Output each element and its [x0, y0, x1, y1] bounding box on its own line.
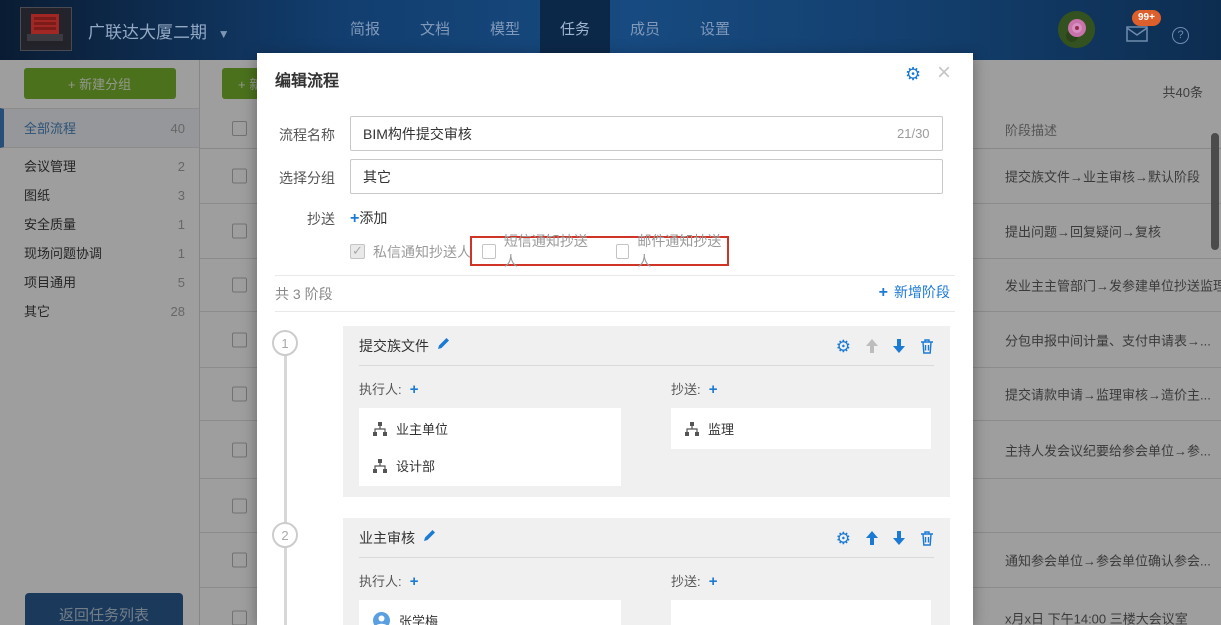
edit-pencil-icon[interactable]: [437, 337, 450, 355]
add-label: 添加: [359, 210, 387, 226]
messages-icon[interactable]: [1126, 26, 1148, 47]
tab-documents[interactable]: 文档: [400, 0, 470, 60]
person-icon: [373, 612, 390, 625]
project-name: 广联达大厦二期: [88, 23, 207, 42]
tab-members[interactable]: 成员: [610, 0, 680, 60]
cc-box: [671, 600, 931, 625]
stage-settings-gear-icon[interactable]: ⚙: [836, 338, 851, 355]
stage-2-header: 业主审核 ⚙: [343, 518, 950, 557]
annotation-red-box: 短信通知抄送人 邮件通知抄送人: [470, 236, 729, 266]
cc-col-label: 抄送: +: [671, 571, 931, 590]
add-cc-icon[interactable]: +: [705, 381, 718, 398]
stage-2-body: 执行人: + 张学梅 抄送: +: [343, 558, 950, 625]
divider: [275, 311, 955, 312]
cc-label: 抄送: [257, 209, 335, 229]
tab-briefing[interactable]: 简报: [330, 0, 400, 60]
executor-item[interactable]: 张学梅: [359, 602, 621, 625]
edit-pencil-icon[interactable]: [423, 529, 436, 547]
delete-trash-icon[interactable]: [920, 531, 934, 546]
add-cc-link[interactable]: +添加: [350, 208, 387, 228]
unread-badge: 99+: [1132, 10, 1161, 26]
stage-count-text: 共 3 阶段: [275, 284, 333, 304]
stage-connector-line: [284, 353, 287, 525]
executor-box: 张学梅: [359, 600, 621, 625]
group-select-input[interactable]: [350, 159, 943, 194]
process-name-input[interactable]: [350, 116, 943, 151]
group-select-label: 选择分组: [257, 168, 335, 188]
executor-item[interactable]: 设计部: [359, 447, 621, 484]
delete-trash-icon[interactable]: [920, 339, 934, 354]
user-avatar[interactable]: [1058, 11, 1095, 48]
cc-name: 监理: [708, 419, 734, 438]
executor-box: 业主单位 设计部: [359, 408, 621, 486]
process-name-label: 流程名称: [257, 125, 335, 145]
modal-settings-gear-icon[interactable]: ⚙: [905, 64, 921, 85]
help-icon[interactable]: ?: [1172, 27, 1189, 44]
tab-tasks[interactable]: 任务: [540, 0, 610, 60]
add-executor-icon[interactable]: +: [406, 381, 419, 398]
private-msg-checkbox[interactable]: [350, 244, 365, 259]
stage-connector-line: [284, 546, 287, 625]
project-logo[interactable]: [20, 7, 72, 51]
add-stage-label: 新增阶段: [894, 284, 950, 300]
sms-checkbox[interactable]: [482, 244, 496, 259]
char-counter: 21/30: [897, 126, 930, 141]
top-navbar: 广联达大厦二期 ▼ 简报 文档 模型 任务 成员 设置 99+ ?: [0, 0, 1221, 60]
tab-settings[interactable]: 设置: [680, 0, 750, 60]
stage-title: 业主审核: [359, 528, 415, 548]
tab-models[interactable]: 模型: [470, 0, 540, 60]
executor-label: 执行人: +: [359, 571, 621, 590]
modal-title: 编辑流程: [275, 67, 339, 91]
add-cc-icon[interactable]: +: [705, 573, 718, 590]
move-down-icon[interactable]: [893, 339, 905, 353]
plus-icon: +: [879, 284, 888, 301]
modal-close-icon[interactable]: ×: [937, 61, 951, 85]
cc-box: 监理: [671, 408, 931, 449]
notify-private-option[interactable]: 私信通知抄送人: [350, 238, 471, 265]
add-executor-icon[interactable]: +: [406, 573, 419, 590]
email-label: 邮件通知抄送人: [637, 231, 727, 271]
email-checkbox[interactable]: [616, 244, 630, 259]
org-icon: [373, 422, 387, 436]
stage-1-body: 执行人: + 业主单位 设计部 抄送: +: [343, 366, 950, 502]
building-image: [21, 8, 71, 50]
executor-item[interactable]: 业主单位: [359, 410, 621, 447]
cc-item[interactable]: 监理: [671, 410, 931, 447]
org-icon: [685, 422, 699, 436]
nav-tabs: 简报 文档 模型 任务 成员 设置: [330, 0, 750, 60]
executor-name: 设计部: [396, 456, 435, 475]
move-up-icon[interactable]: [866, 339, 878, 353]
org-icon: [373, 459, 387, 473]
executor-name: 业主单位: [396, 419, 448, 438]
move-down-icon[interactable]: [893, 531, 905, 545]
stage-title: 提交族文件: [359, 336, 429, 356]
stage-settings-gear-icon[interactable]: ⚙: [836, 530, 851, 547]
stage-1-header: 提交族文件 ⚙: [343, 326, 950, 365]
divider: [275, 275, 955, 276]
flower-photo: [1058, 11, 1095, 48]
executor-label: 执行人: +: [359, 379, 621, 398]
plus-icon: +: [350, 210, 359, 227]
executor-name: 张学梅: [399, 611, 438, 625]
stage-2-card: 业主审核 ⚙ 执行人: +: [343, 518, 950, 625]
project-switcher[interactable]: 广联达大厦二期 ▼: [88, 18, 230, 43]
stage-1-number: 1: [272, 330, 298, 356]
chevron-down-icon: ▼: [218, 27, 230, 41]
stage-1-card: 提交族文件 ⚙ 执行人: +: [343, 326, 950, 497]
add-stage-link[interactable]: + 新增阶段: [879, 282, 950, 302]
edit-process-modal: 编辑流程 ⚙ × 流程名称 21/30 选择分组 抄送 +添加 私信通知抄送人 …: [257, 53, 973, 625]
cc-col-label: 抄送: +: [671, 379, 931, 398]
move-up-icon[interactable]: [866, 531, 878, 545]
stage-2-number: 2: [272, 522, 298, 548]
private-msg-label: 私信通知抄送人: [373, 242, 471, 262]
sms-label: 短信通知抄送人: [504, 231, 594, 271]
